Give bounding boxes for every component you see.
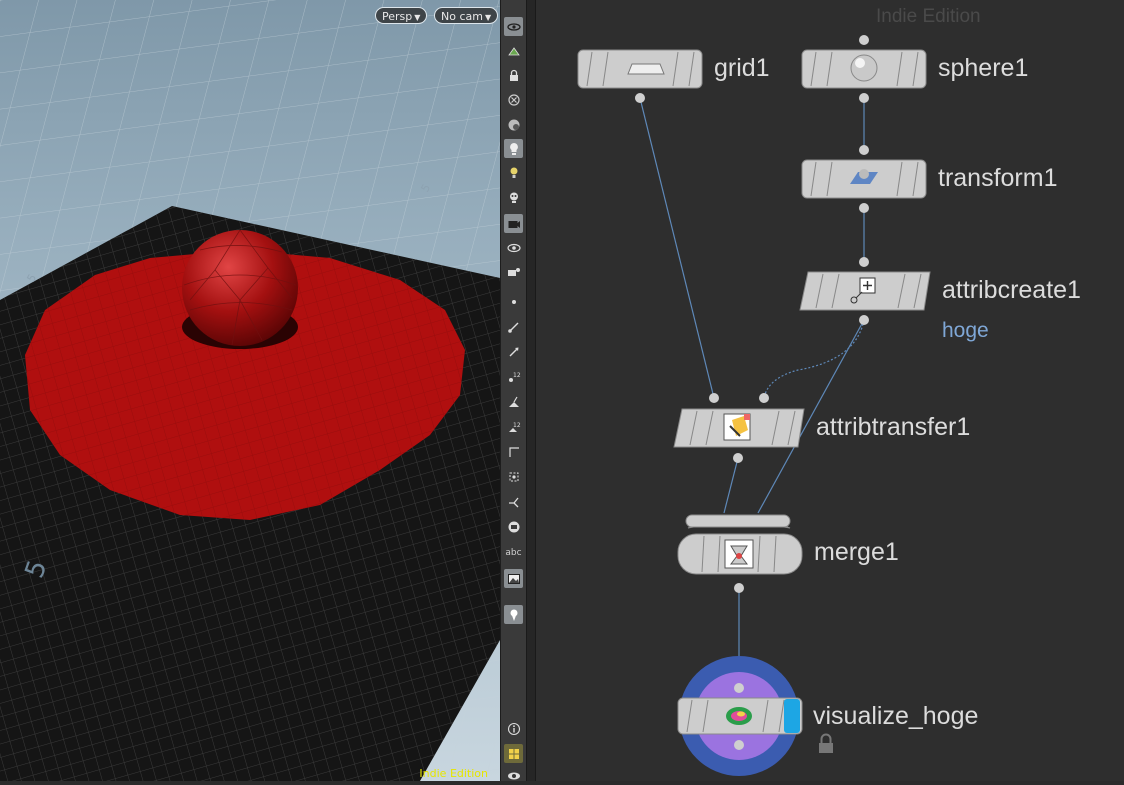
visualize-icon (726, 707, 752, 725)
snap-icon[interactable] (504, 467, 523, 486)
pin-icon[interactable] (504, 605, 523, 624)
node-transform1[interactable] (801, 145, 927, 213)
normal-icon[interactable] (504, 317, 523, 336)
sphere-object[interactable] (182, 230, 298, 346)
camera-label: No cam (441, 10, 483, 23)
visibility-icon[interactable] (504, 766, 523, 785)
skull-light-icon[interactable] (504, 188, 523, 207)
sphere-icon (850, 54, 878, 82)
node-label-visualize-hoge[interactable]: visualize_hoge (813, 702, 978, 731)
grid-plane-icon (627, 63, 665, 75)
info-icon[interactable] (504, 719, 523, 738)
attribtransfer-icon (723, 413, 751, 441)
viewport-scene[interactable]: 5 5 5 (0, 0, 500, 781)
camera-icon[interactable] (504, 214, 523, 233)
node-label-attribcreate1[interactable]: attribcreate1 (942, 276, 1081, 305)
node-attribute-hoge: hoge (942, 319, 989, 342)
camera-view-icon[interactable] (504, 262, 523, 281)
primitive-numbers-icon[interactable]: 12 (504, 417, 523, 436)
ghost-icon[interactable] (504, 90, 523, 109)
network-editor[interactable]: Indie Edition grid1 sphere1 transform1 a… (536, 0, 1124, 781)
branch-icon[interactable] (504, 492, 523, 511)
display-flag[interactable] (784, 699, 800, 733)
camera-menu[interactable]: No cam ▼ (434, 7, 499, 24)
display-options-icon[interactable] (504, 17, 523, 36)
circle-stop-icon[interactable] (504, 517, 523, 536)
svg-text:12: 12 (513, 372, 521, 379)
node-attribtransfer1[interactable] (673, 393, 805, 463)
shading-icon[interactable] (504, 42, 523, 61)
node-label-sphere1[interactable]: sphere1 (938, 54, 1028, 83)
light-icon[interactable] (504, 163, 523, 182)
eye-icon[interactable] (504, 238, 523, 257)
lock-camera-icon[interactable] (504, 66, 523, 85)
pane-splitter[interactable] (526, 0, 536, 781)
primitive-normal-icon[interactable] (504, 392, 523, 411)
edge-icon[interactable] (504, 442, 523, 461)
lighting-icon[interactable] (504, 139, 523, 158)
node-label-merge1[interactable]: merge1 (814, 538, 899, 567)
point-icon[interactable] (504, 292, 523, 311)
background-image-icon[interactable] (504, 569, 523, 588)
grid-layout-icon[interactable] (504, 744, 523, 763)
sphere-display-icon[interactable] (504, 115, 523, 134)
node-wires (577, 35, 931, 776)
viewport-watermark: Indie Edition (419, 767, 488, 780)
lock-icon (819, 733, 833, 753)
node-grid1[interactable] (577, 49, 703, 103)
svg-text:12: 12 (513, 422, 521, 429)
node-sphere1[interactable] (801, 35, 927, 103)
node-merge1[interactable] (677, 514, 803, 593)
merge-icon (724, 539, 754, 569)
point-numbers-icon[interactable]: 12 (504, 367, 523, 386)
text-abc-icon[interactable]: abc (504, 543, 523, 562)
camera-view-menu[interactable]: Persp ▼ (375, 7, 428, 24)
node-label-attribtransfer1[interactable]: attribtransfer1 (816, 413, 970, 442)
chevron-down-icon: ▼ (484, 13, 492, 22)
scene-viewport[interactable]: 5 5 5 Persp ▼ No cam ▼ Indie Edition (0, 0, 500, 781)
node-label-transform1[interactable]: transform1 (938, 164, 1057, 193)
node-attribcreate1[interactable] (799, 257, 931, 325)
camera-view-label: Persp (382, 10, 413, 23)
node-visualize-hoge[interactable] (677, 656, 833, 776)
chevron-down-icon: ▼ (414, 13, 421, 22)
display-toolbar: 12 12 abc (500, 0, 526, 781)
node-label-grid1[interactable]: grid1 (714, 54, 770, 83)
vector-icon[interactable] (504, 342, 523, 361)
